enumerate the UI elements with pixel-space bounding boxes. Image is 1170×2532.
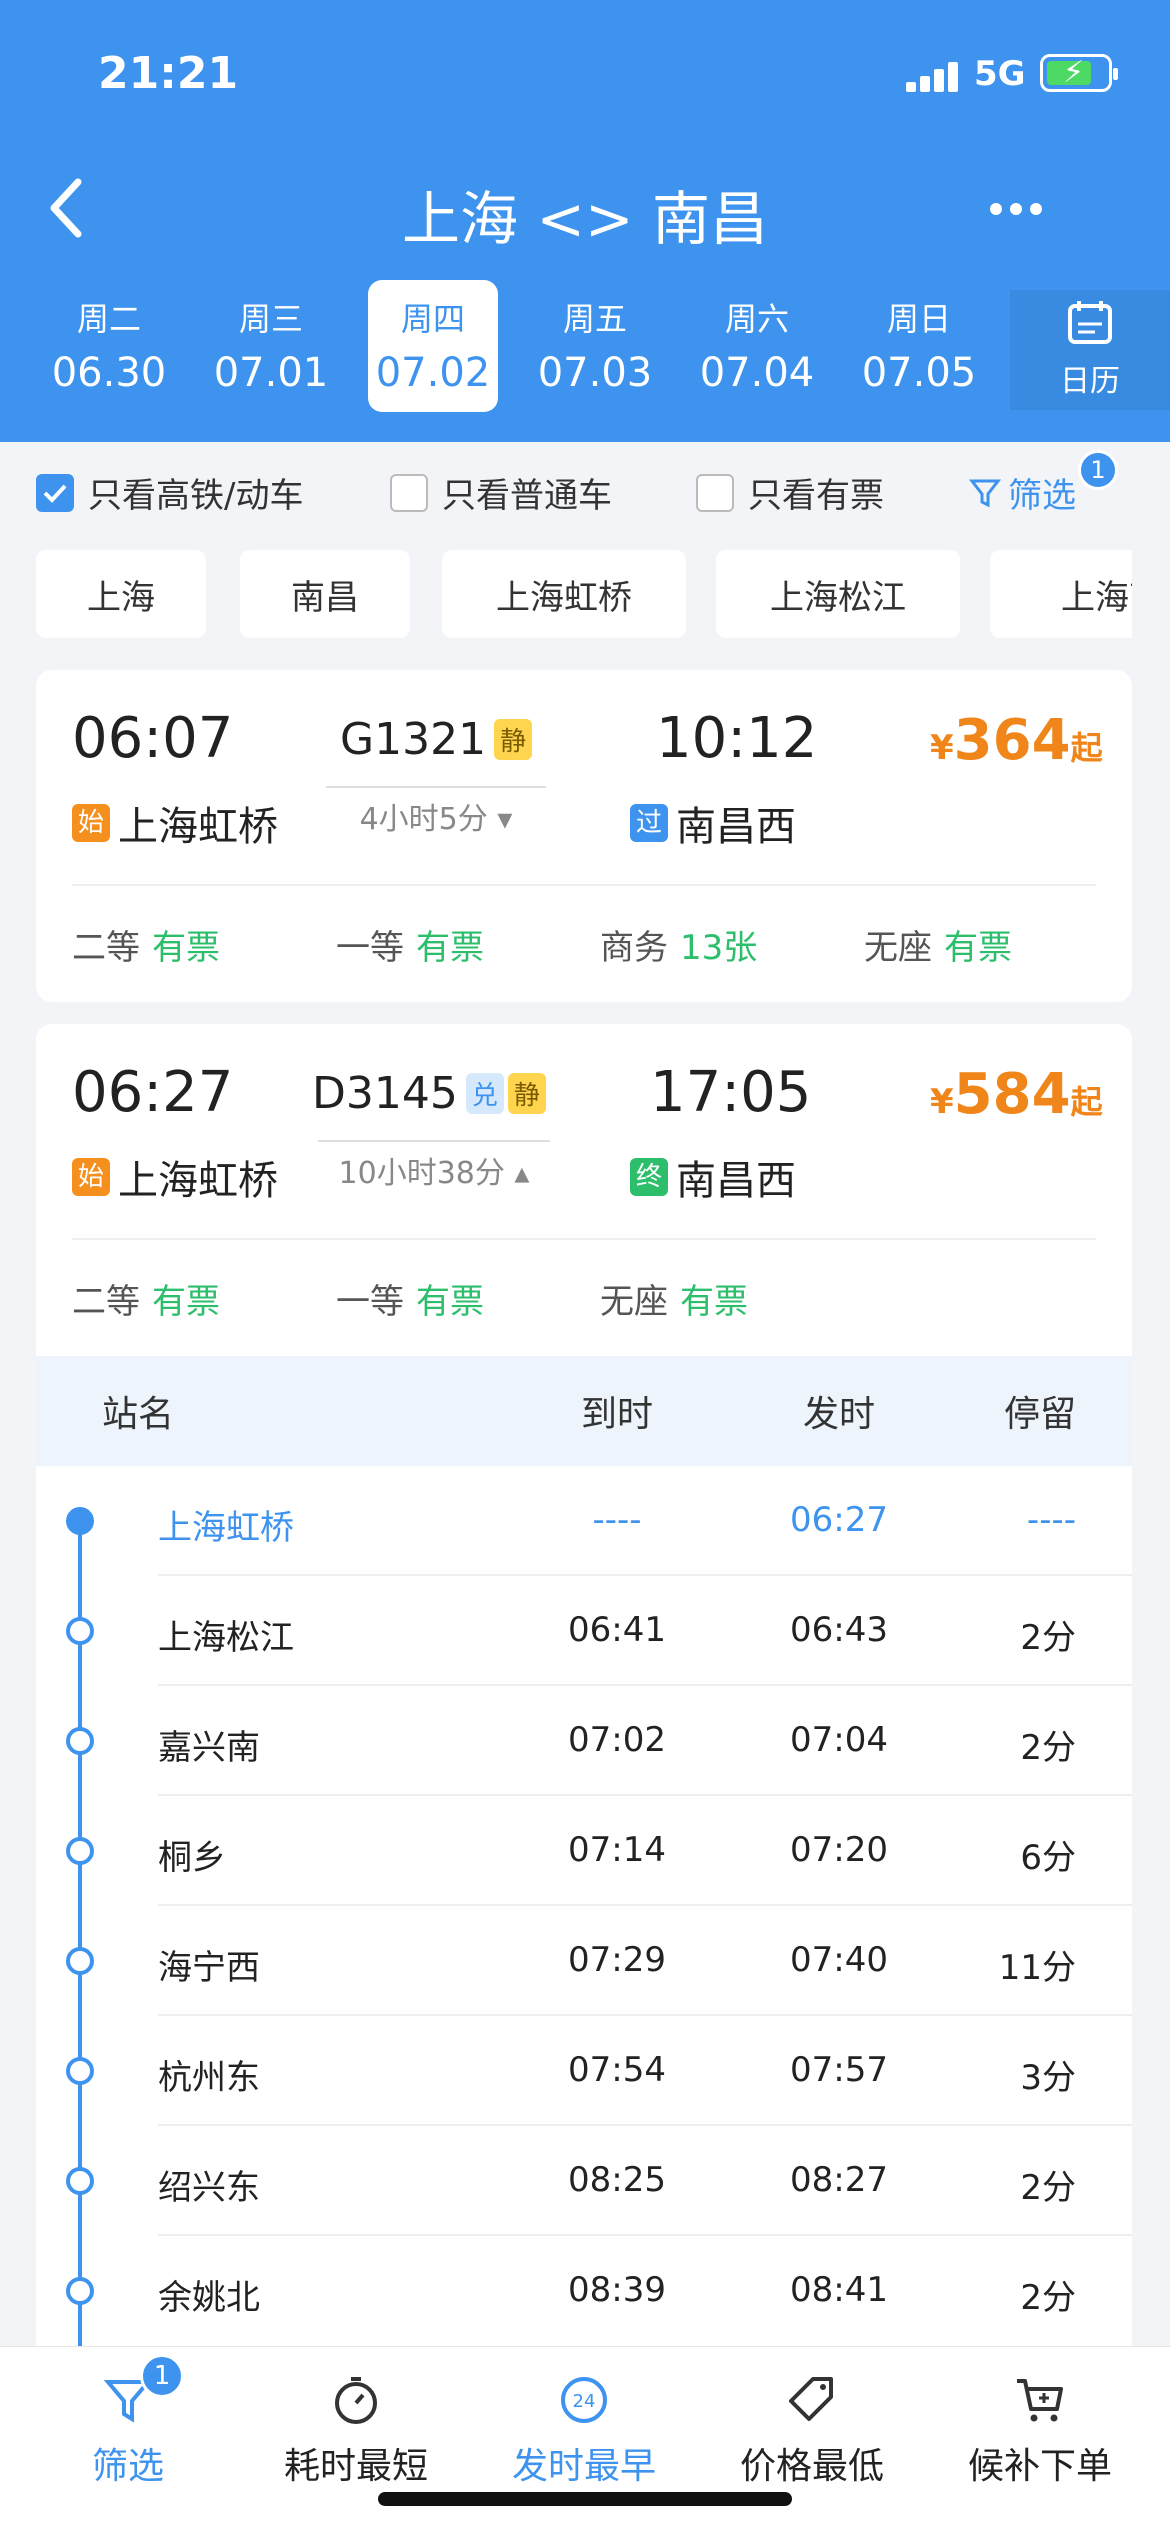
stop-row-origin: 上海虹桥 ---- 06:27 ---- — [36, 1466, 1132, 1576]
calendar-icon — [1068, 301, 1112, 344]
departure-station: 始上海虹桥 — [72, 1148, 278, 1206]
stops-table-header: 站名 到时 发时 停留 — [36, 1356, 1132, 1466]
date-selector: 周二 06.30 周三 07.01 周四 07.02 周五 07.03 周六 07.04 … — [0, 280, 1170, 420]
seat-class: 二等 有票 — [72, 928, 220, 968]
origin-label: 始 — [72, 804, 110, 842]
stop-row: 余姚北 08:39 08:41 2分 — [158, 2270, 1076, 2318]
stop-row: 绍兴东 08:25 08:27 2分 — [36, 2126, 1132, 2236]
station-chip[interactable]: 南昌 — [240, 550, 410, 638]
station-chip[interactable]: 上海虹桥 — [442, 550, 686, 638]
tab-shortest-duration[interactable]: 耗时最短 — [246, 2373, 466, 2489]
price: ¥584起 — [930, 1062, 1103, 1127]
status-bar: 21:21 5G ⚡ — [0, 0, 1170, 140]
seat-class: 一等 有票 — [336, 1282, 484, 1322]
divider — [72, 1238, 1096, 1240]
timeline-dot — [66, 1617, 94, 1645]
timeline-dot-origin — [66, 1507, 94, 1535]
station-chip[interactable]: 上海南 — [990, 550, 1132, 638]
col-station: 站名 — [102, 1394, 175, 1435]
tab-lowest-price[interactable]: 价格最低 — [702, 2373, 922, 2489]
stop-row: 桐乡 07:14 07:20 6分 — [36, 1796, 1132, 1906]
departure-time: 06:07 — [72, 706, 234, 771]
departure-station: 始上海虹桥 — [72, 794, 278, 852]
timeline-dot — [66, 1727, 94, 1755]
quiet-car-tag: 静 — [494, 719, 533, 760]
train-number: G1321 静 — [340, 714, 533, 765]
seat-class: 商务 13张 — [600, 928, 758, 968]
stop-row: 海宁西 07:29 07:40 11分 — [36, 1906, 1132, 2016]
price: ¥364起 — [930, 708, 1103, 773]
arrival-time: 10:12 — [656, 706, 818, 771]
timeline-dot — [66, 2057, 94, 2085]
status-time: 21:21 — [98, 48, 239, 99]
filter-icon — [968, 479, 1002, 507]
tab-filter-badge: 1 — [140, 2354, 184, 2398]
nav-bar: 上海 <> 南昌 — [0, 150, 1170, 270]
col-stay: 停留 — [1003, 1394, 1076, 1435]
timer-icon — [335, 2377, 377, 2424]
date-tab[interactable]: 周六 07.04 — [692, 280, 822, 396]
tab-filter[interactable]: 筛选 — [18, 2373, 238, 2489]
battery-icon: ⚡ — [1040, 54, 1118, 92]
calendar-label: 日历 — [1060, 364, 1120, 399]
tab-waitlist-order[interactable]: 候补下单 — [930, 2373, 1150, 2489]
home-indicator[interactable] — [378, 2492, 792, 2506]
train-number: D3145 兑静 — [312, 1068, 546, 1119]
chevron-up-icon: ▴ — [514, 1156, 530, 1191]
duration[interactable]: 10小时38分 ▴ — [318, 1140, 550, 1192]
divider — [72, 884, 1096, 886]
normal-train-checkbox[interactable]: 只看普通车 — [390, 468, 612, 517]
stop-row: 嘉兴南 07:02 07:04 2分 — [36, 1686, 1132, 1796]
timeline-dot — [66, 2167, 94, 2195]
seat-class: 无座 有票 — [600, 1282, 748, 1322]
col-depart: 发时 — [802, 1394, 875, 1435]
timeline-dot — [66, 2277, 94, 2305]
pass-label: 过 — [630, 804, 668, 842]
cart-icon — [1017, 2379, 1063, 2422]
seat-class: 一等 有票 — [336, 928, 484, 968]
network-type: 5G — [974, 54, 1026, 94]
header: 21:21 5G ⚡ 上海 <> 南昌 周二 06.30 周三 07.01 周四 07… — [0, 0, 1170, 442]
filter-button[interactable]: 筛选 — [968, 468, 1076, 517]
origin-label: 始 — [72, 1158, 110, 1196]
price-tag-icon — [789, 2377, 833, 2421]
seat-class: 二等 有票 — [72, 1282, 220, 1322]
station-chip[interactable]: 上海松江 — [716, 550, 960, 638]
calendar-button[interactable]: 日历 — [1010, 290, 1170, 410]
filter-count-badge: 1 — [1078, 450, 1118, 490]
svg-text:24: 24 — [573, 2391, 596, 2412]
high-speed-checkbox[interactable]: 只看高铁/动车 — [36, 468, 303, 517]
stop-row: 上海松江 06:41 06:43 2分 — [36, 1576, 1132, 1686]
arrival-station: 过南昌西 — [630, 794, 796, 852]
timeline-dot — [66, 1947, 94, 1975]
col-arrive: 到时 — [580, 1394, 653, 1435]
timeline-dot — [66, 1837, 94, 1865]
clock-24-icon: 24 — [561, 2377, 607, 2423]
arrival-station: 终南昌西 — [630, 1148, 796, 1206]
filter-row: 只看高铁/动车 只看普通车 只看有票 筛选 — [0, 442, 1170, 542]
date-tab[interactable]: 周三 07.01 — [206, 280, 336, 396]
signal-icon — [906, 60, 960, 92]
terminal-label: 终 — [630, 1158, 668, 1196]
quiet-car-tag: 静 — [507, 1073, 546, 1114]
date-tab[interactable]: 周五 07.03 — [530, 280, 660, 396]
train-card-expanded[interactable]: 06:27 D3145 兑静 10小时38分 ▴ 17:05 ¥584起 始上海虹… — [36, 1024, 1132, 1360]
train-card[interactable]: 06:07 G1321 静 4小时5分 ▾ 10:12 ¥364起 始上海虹桥 过… — [36, 670, 1132, 1002]
seat-class: 无座 有票 — [864, 928, 1012, 968]
date-tab[interactable]: 周二 06.30 — [44, 280, 174, 396]
arrival-time: 17:05 — [650, 1060, 812, 1125]
stops-table: 上海虹桥 ---- 06:27 ---- 上海松江 06:41 06:43 2分 嘉兴南 07… — [36, 1466, 1132, 2346]
more-icon[interactable] — [990, 200, 1050, 219]
departure-time: 06:27 — [72, 1060, 234, 1125]
duration[interactable]: 4小时5分 ▾ — [326, 786, 546, 838]
station-chip[interactable]: 上海 — [36, 550, 206, 638]
tab-earliest-departure[interactable]: 24 发时最早 — [474, 2373, 694, 2489]
date-tab-selected[interactable]: 周四 07.02 — [368, 280, 498, 412]
stop-row: 杭州东 07:54 07:57 3分 — [36, 2016, 1132, 2126]
available-only-checkbox[interactable]: 只看有票 — [696, 468, 884, 517]
chevron-down-icon: ▾ — [497, 802, 513, 837]
station-chips: 上海 南昌 上海虹桥 上海松江 上海南 — [36, 550, 1132, 640]
date-tab[interactable]: 周日 07.05 — [854, 280, 984, 396]
exchange-tag: 兑 — [465, 1073, 504, 1114]
